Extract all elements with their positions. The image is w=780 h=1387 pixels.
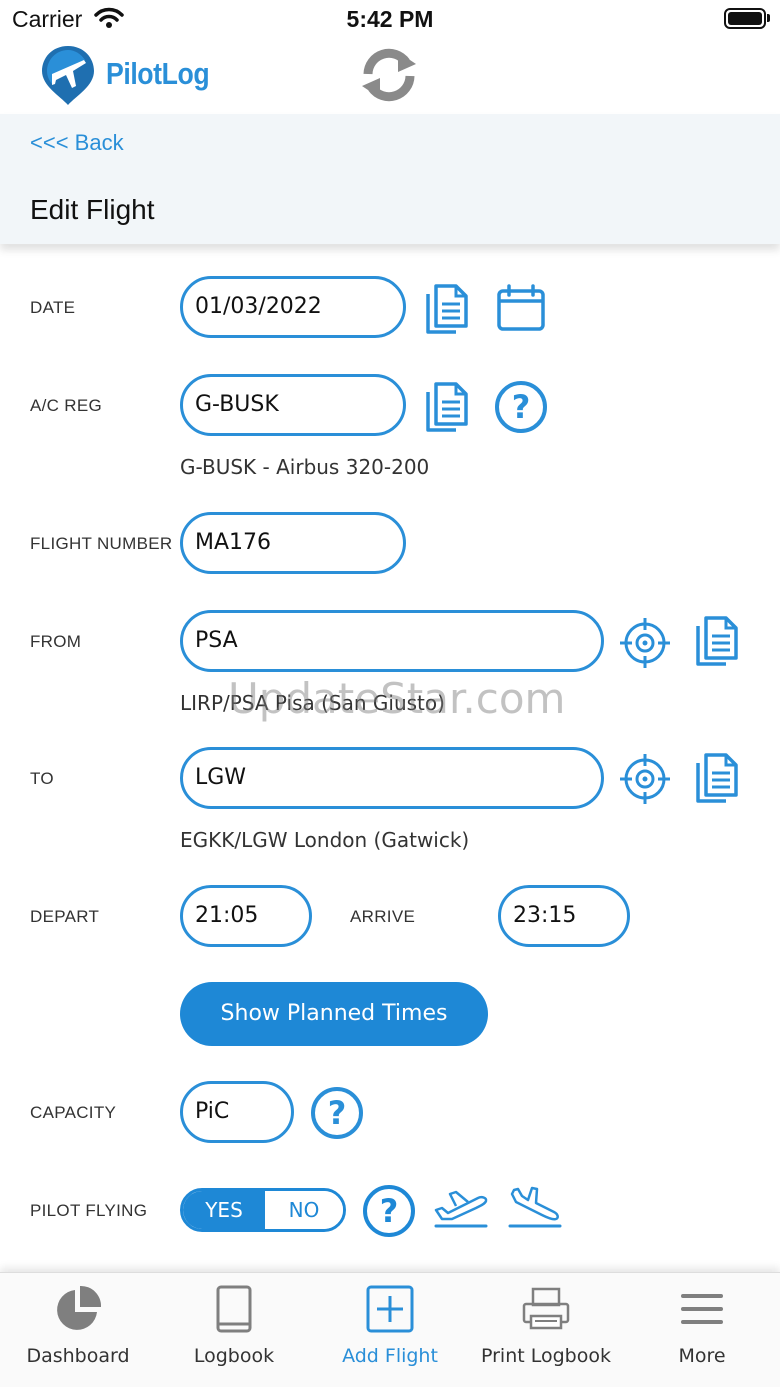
sync-icon[interactable]	[358, 44, 420, 111]
tab-label: Logbook	[193, 1345, 275, 1367]
flight-number-label: FLIGHT NUMBER	[30, 534, 173, 553]
depart-label: DEPART	[30, 907, 100, 926]
show-planned-times-button[interactable]: Show Planned Times	[180, 982, 488, 1046]
copy-document-icon[interactable]	[424, 282, 470, 339]
to-airport-name: EGKK/LGW London (Gatwick)	[180, 828, 470, 852]
pilot-flying-label: PILOT FLYING	[30, 1201, 148, 1220]
pilot-flying-yes-option[interactable]: YES	[183, 1191, 265, 1229]
tab-label: Print Logbook	[481, 1345, 611, 1367]
svg-text:?: ?	[512, 388, 531, 426]
depart-time-field[interactable]: 21:05	[180, 885, 312, 947]
page-title: Edit Flight	[30, 194, 155, 225]
tab-label: Add Flight	[342, 1345, 438, 1367]
capacity-label: CAPACITY	[30, 1103, 117, 1122]
flight-number-field[interactable]: MA176	[180, 512, 406, 574]
clock: 5:42 PM	[346, 6, 434, 32]
capacity-field[interactable]: PiC	[180, 1081, 294, 1143]
book-icon	[216, 1285, 252, 1333]
from-field[interactable]: PSA	[180, 610, 604, 672]
from-airport-name: LIRP/PSA Pisa (San Giusto)	[180, 691, 445, 715]
menu-icon	[681, 1294, 723, 1324]
aircraft-description: G-BUSK - Airbus 320-200	[180, 455, 430, 479]
location-target-icon[interactable]	[618, 752, 672, 811]
to-field[interactable]: LGW	[180, 747, 604, 809]
help-icon[interactable]: ?	[362, 1184, 416, 1243]
arrive-label: ARRIVE	[350, 907, 416, 926]
tab-print-logbook[interactable]: Print Logbook	[468, 1284, 624, 1367]
tab-logbook[interactable]: Logbook	[156, 1284, 312, 1367]
takeoff-icon[interactable]	[432, 1186, 490, 1237]
copy-document-icon[interactable]	[424, 380, 470, 437]
svg-text:?: ?	[328, 1094, 347, 1132]
svg-text:?: ?	[380, 1192, 399, 1230]
pilotlog-logo-icon	[40, 44, 96, 111]
date-label: DATE	[30, 298, 76, 317]
tab-add-flight[interactable]: Add Flight	[312, 1284, 468, 1367]
ac-reg-label: A/C REG	[30, 396, 103, 415]
battery-icon	[724, 8, 766, 29]
copy-document-icon[interactable]	[694, 751, 740, 808]
tab-label: Dashboard	[26, 1345, 130, 1367]
location-target-icon[interactable]	[618, 616, 672, 675]
tab-dashboard[interactable]: Dashboard	[0, 1284, 156, 1367]
ac-reg-field[interactable]: G-BUSK	[180, 374, 406, 436]
back-button[interactable]: <<< Back	[30, 130, 124, 156]
copy-document-icon[interactable]	[694, 614, 740, 671]
arrive-time-field[interactable]: 23:15	[498, 885, 630, 947]
calendar-icon[interactable]	[496, 284, 546, 337]
tab-more[interactable]: More	[624, 1284, 780, 1367]
tab-label: More	[678, 1345, 726, 1367]
battery-nub	[767, 14, 770, 22]
pie-chart-icon	[57, 1285, 102, 1330]
app-logo-text: PilotLog	[106, 56, 210, 91]
printer-icon	[522, 1287, 570, 1330]
help-icon[interactable]: ?	[494, 380, 548, 439]
to-label: TO	[30, 769, 54, 788]
help-icon[interactable]: ?	[310, 1086, 364, 1145]
pilot-flying-toggle[interactable]: YES NO	[180, 1188, 346, 1232]
add-icon	[366, 1285, 414, 1333]
pilot-flying-no-option[interactable]: NO	[265, 1191, 343, 1229]
from-label: FROM	[30, 632, 82, 651]
status-bar: Carrier 5:42 PM	[0, 0, 780, 40]
date-field[interactable]: 01/03/2022	[180, 276, 406, 338]
landing-icon[interactable]	[506, 1186, 564, 1237]
